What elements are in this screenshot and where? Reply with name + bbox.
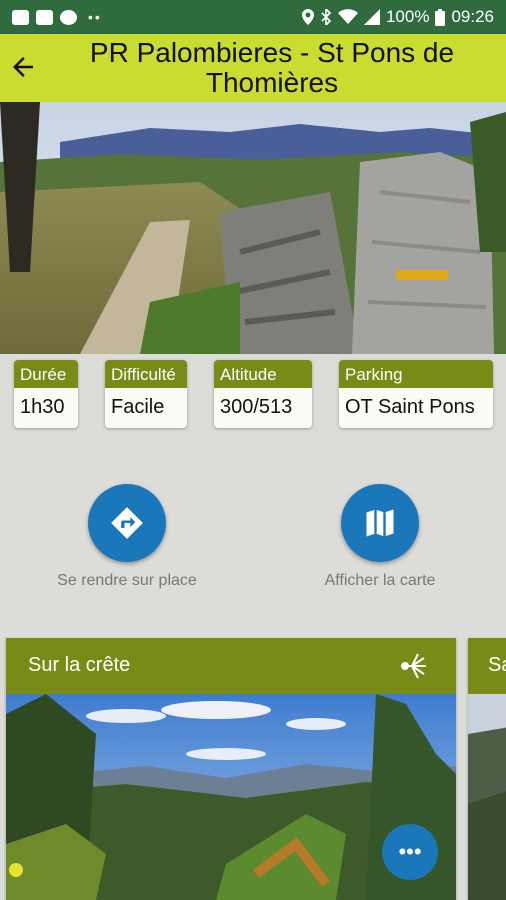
smiley-icon (60, 9, 77, 25)
more-button[interactable]: ••• (382, 824, 438, 880)
map-action: Afficher la carte (290, 484, 470, 592)
arrow-back-icon (13, 57, 33, 77)
card-header: Sur la crête (6, 638, 456, 694)
directions-button[interactable] (88, 484, 166, 562)
map-label[interactable]: Afficher la carte (290, 570, 470, 592)
battery-percent: 100% (385, 7, 430, 26)
bluetooth-icon (321, 9, 332, 25)
sparkle-icon[interactable] (396, 650, 428, 682)
card-title: Sa (488, 654, 506, 676)
chip-value: Facile (111, 396, 165, 418)
wifi-icon (337, 9, 358, 24)
info-chips: Durée 1h30 Difficulté Facile Altitude 30… (0, 360, 506, 430)
poi-card[interactable]: Sur la crête ••• (6, 638, 456, 900)
chip-altitude: Altitude 300/513 (214, 360, 312, 428)
chip-label: Durée (14, 360, 78, 388)
location-icon (301, 9, 314, 25)
more-notifications-icon: •• (88, 9, 102, 25)
chip-parking: Parking OT Saint Pons (339, 360, 493, 428)
directions-action: Se rendre sur place (37, 484, 217, 592)
battery-icon (435, 8, 446, 26)
chip-value: 1h30 (20, 396, 65, 418)
directions-label[interactable]: Se rendre sur place (37, 570, 217, 592)
chip-label: Altitude (214, 360, 312, 388)
chip-value: OT Saint Pons (345, 396, 475, 418)
clock: 09:26 (451, 7, 494, 26)
more-icon: ••• (398, 839, 422, 864)
trail-photo (0, 102, 506, 354)
chip-difficulty: Difficulté Facile (105, 360, 187, 428)
notification-app-icon (12, 9, 29, 25)
status-bar: •• 100% 09:26 (0, 0, 506, 34)
page-title: PR Palombieres - St Pons de Thomières (89, 37, 455, 98)
hero-photo (0, 102, 506, 354)
app-bar: PR Palombieres - St Pons de Thomières (0, 34, 506, 102)
map-icon (366, 509, 394, 537)
map-button[interactable] (341, 484, 419, 562)
poi-card-next[interactable]: Sa (468, 638, 506, 900)
card-header: Sa (468, 638, 506, 694)
chip-label: Difficulté (105, 360, 187, 388)
mail-icon (36, 9, 53, 25)
card-photo (468, 694, 506, 900)
chip-value: 300/513 (220, 396, 293, 418)
card-title: Sur la crête (28, 654, 131, 676)
back-button[interactable] (8, 52, 38, 82)
chip-duration: Durée 1h30 (14, 360, 78, 428)
directions-icon (111, 507, 143, 539)
next-photo (468, 694, 506, 900)
chip-label: Parking (339, 360, 493, 388)
signal-icon (363, 9, 380, 25)
